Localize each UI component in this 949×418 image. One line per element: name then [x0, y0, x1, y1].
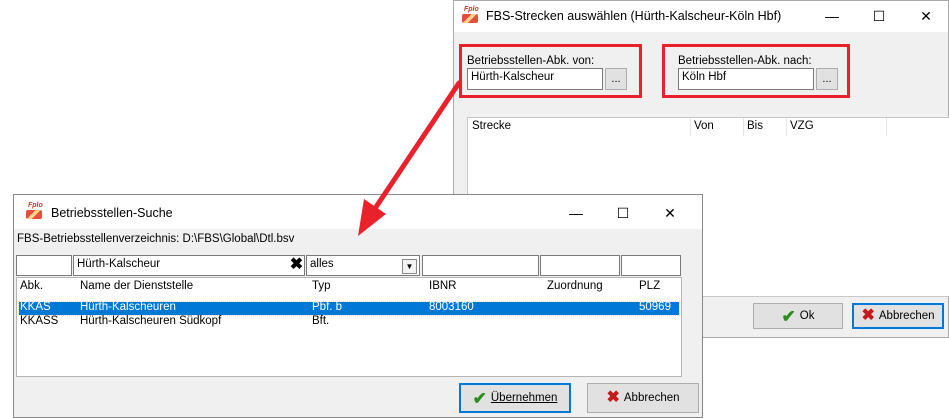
red-arrow-icon: [358, 80, 462, 236]
